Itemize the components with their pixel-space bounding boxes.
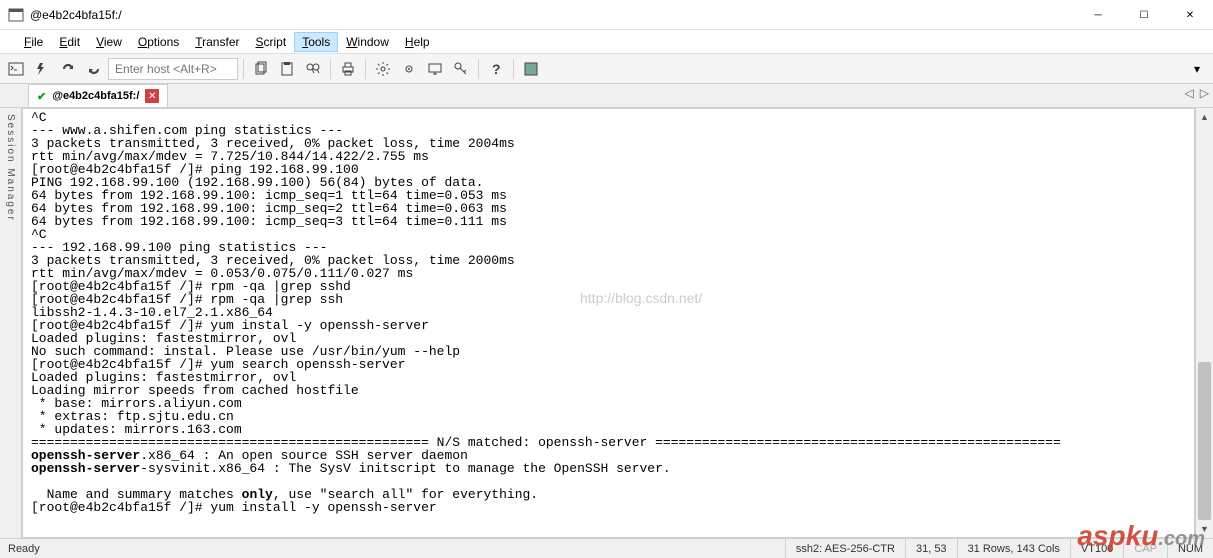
menu-options[interactable]: Options	[130, 32, 187, 52]
help-icon[interactable]: ?	[484, 57, 508, 81]
paste-icon[interactable]	[275, 57, 299, 81]
host-input[interactable]	[108, 58, 238, 80]
vertical-scrollbar[interactable]: ▲ ▼	[1195, 108, 1213, 538]
title-bar: @e4b2c4bfa15f:/ ─ ☐ ✕	[0, 0, 1213, 30]
toolbar-overflow[interactable]: ▾	[1185, 57, 1209, 81]
status-caps: CAP	[1123, 539, 1167, 558]
toolbar: ? ▾	[0, 54, 1213, 84]
session-tab[interactable]: ✔ @e4b2c4bfa15f:/ ✕	[28, 84, 168, 107]
reconnect-icon[interactable]	[56, 57, 80, 81]
toolbar-separator	[243, 59, 244, 79]
tab-next-button[interactable]: ▷	[1200, 86, 1209, 100]
status-cursor-pos: 31, 53	[905, 539, 957, 558]
menu-script[interactable]: Script	[248, 32, 295, 52]
menu-view[interactable]: View	[88, 32, 130, 52]
scroll-down-button[interactable]: ▼	[1196, 520, 1213, 538]
menu-edit[interactable]: Edit	[51, 32, 88, 52]
toolbar-separator	[513, 59, 514, 79]
toggle-icon[interactable]	[519, 57, 543, 81]
sidebar-label: Session Manager	[5, 114, 16, 222]
app-icon	[8, 7, 24, 23]
toolbar-separator	[478, 59, 479, 79]
key-icon[interactable]	[449, 57, 473, 81]
session-icon[interactable]	[423, 57, 447, 81]
quick-connect-icon[interactable]	[30, 57, 54, 81]
find-icon[interactable]	[301, 57, 325, 81]
status-num: NUM	[1167, 539, 1213, 558]
terminal-output[interactable]: ^C --- www.a.shifen.com ping statistics …	[22, 108, 1195, 538]
tab-close-button[interactable]: ✕	[145, 89, 159, 103]
status-term-type: VT100	[1070, 539, 1123, 558]
gear-icon[interactable]	[397, 57, 421, 81]
status-connection: ssh2: AES-256-CTR	[785, 539, 905, 558]
status-ready: Ready	[0, 543, 785, 555]
disconnect-icon[interactable]	[82, 57, 106, 81]
menu-tools[interactable]: Tools	[294, 32, 338, 52]
scroll-thumb[interactable]	[1198, 362, 1211, 520]
minimize-button[interactable]: ─	[1075, 0, 1121, 30]
scroll-track[interactable]	[1196, 126, 1213, 520]
scroll-up-button[interactable]: ▲	[1196, 108, 1213, 126]
close-button[interactable]: ✕	[1167, 0, 1213, 30]
copy-icon[interactable]	[249, 57, 273, 81]
tab-title: @e4b2c4bfa15f:/	[52, 90, 139, 102]
tab-bar: ✔ @e4b2c4bfa15f:/ ✕ ◁ ▷	[0, 84, 1213, 108]
status-size: 31 Rows, 143 Cols	[957, 539, 1070, 558]
menu-transfer[interactable]: Transfer	[187, 32, 247, 52]
tab-nav: ◁ ▷	[1185, 86, 1209, 100]
window-title: @e4b2c4bfa15f:/	[30, 8, 122, 22]
menu-file[interactable]: File	[16, 32, 51, 52]
toolbar-separator	[330, 59, 331, 79]
menu-bar: FileEditViewOptionsTransferScriptToolsWi…	[0, 30, 1213, 54]
window-controls: ─ ☐ ✕	[1075, 0, 1213, 30]
settings-icon[interactable]	[371, 57, 395, 81]
status-bar: Ready ssh2: AES-256-CTR 31, 53 31 Rows, …	[0, 538, 1213, 558]
svg-text:?: ?	[492, 61, 501, 77]
connected-icon: ✔	[37, 90, 46, 103]
maximize-button[interactable]: ☐	[1121, 0, 1167, 30]
menu-help[interactable]: Help	[397, 32, 438, 52]
print-icon[interactable]	[336, 57, 360, 81]
tab-prev-button[interactable]: ◁	[1185, 86, 1194, 100]
menu-window[interactable]: Window	[338, 32, 397, 52]
terminal-icon[interactable]	[4, 57, 28, 81]
session-manager-sidebar[interactable]: Session Manager	[0, 108, 22, 538]
toolbar-separator	[365, 59, 366, 79]
